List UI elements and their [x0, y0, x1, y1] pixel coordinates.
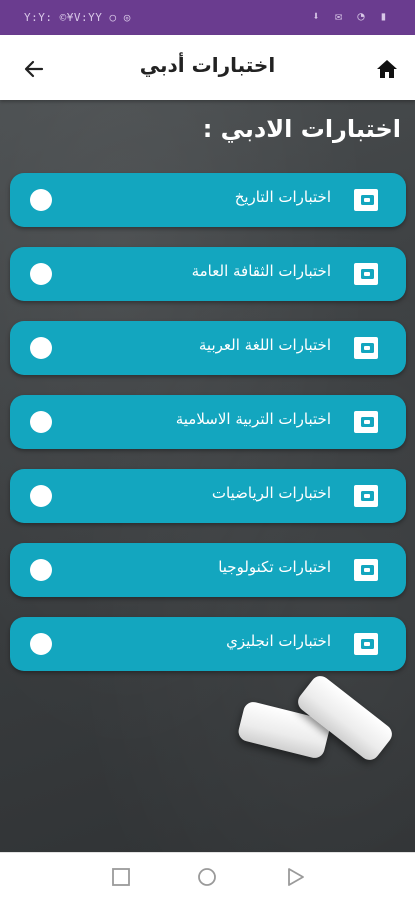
- radio-indicator[interactable]: [30, 189, 52, 211]
- main-content: اختبارات الادبي : اختبارات التاريخ اختبار…: [0, 100, 415, 852]
- home-circle-icon[interactable]: [197, 867, 217, 887]
- radio-indicator[interactable]: [30, 337, 52, 359]
- quiz-item[interactable]: اختبارات تكنولوجيا: [10, 543, 406, 597]
- quiz-item-label: اختبارات اللغة العربية: [198, 336, 331, 354]
- section-heading: اختبارات الادبي :: [202, 115, 401, 143]
- app-bar: اختبارات أدبي: [0, 35, 415, 100]
- quiz-item[interactable]: اختبارات الرياضيات: [10, 469, 406, 523]
- radio-indicator[interactable]: [30, 559, 52, 581]
- wallet-icon: [354, 189, 378, 211]
- wallet-icon: [354, 559, 378, 581]
- wallet-icon: [354, 337, 378, 359]
- quiz-item[interactable]: اختبارات انجليزي: [10, 617, 406, 671]
- status-bar: Y:Y: ©¥V:YY ○ ◎ ⬇ ✉ ◔ ▮: [0, 0, 415, 35]
- wallet-icon: [354, 263, 378, 285]
- quiz-item-label: اختبارات تكنولوجيا: [218, 558, 331, 576]
- back-triangle-icon[interactable]: [285, 867, 305, 887]
- quiz-item-label: اختبارات الثقافة العامة: [191, 262, 331, 280]
- quiz-item[interactable]: اختبارات الثقافة العامة: [10, 247, 406, 301]
- radio-indicator[interactable]: [30, 411, 52, 433]
- radio-indicator[interactable]: [30, 485, 52, 507]
- home-icon: [377, 60, 397, 78]
- wallet-icon: [354, 411, 378, 433]
- quiz-item-label: اختبارات التربية الاسلامية: [175, 410, 331, 428]
- radio-indicator[interactable]: [30, 263, 52, 285]
- status-time: Y:Y: ©¥V:YY ○ ◎: [24, 11, 131, 24]
- home-button[interactable]: [369, 51, 405, 87]
- wallet-icon: [354, 485, 378, 507]
- system-nav-bar: [0, 852, 415, 900]
- recents-square-icon[interactable]: [111, 867, 131, 887]
- wallet-icon: [354, 633, 378, 655]
- page-title: اختبارات أدبي: [139, 53, 276, 77]
- quiz-item[interactable]: اختبارات التاريخ: [10, 173, 406, 227]
- quiz-item-label: اختبارات التاريخ: [234, 188, 331, 206]
- status-icons: ⬇ ✉ ◔ ▮: [312, 9, 391, 23]
- quiz-item-label: اختبارات انجليزي: [226, 632, 331, 650]
- quiz-item[interactable]: اختبارات التربية الاسلامية: [10, 395, 406, 449]
- quiz-item-label: اختبارات الرياضيات: [211, 484, 331, 502]
- radio-indicator[interactable]: [30, 633, 52, 655]
- quiz-item[interactable]: اختبارات اللغة العربية: [10, 321, 406, 375]
